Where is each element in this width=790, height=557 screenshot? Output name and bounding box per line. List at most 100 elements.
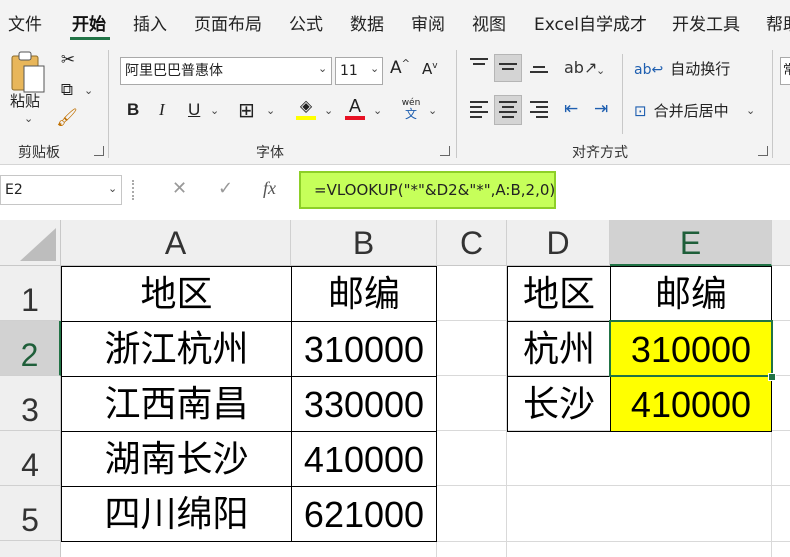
tab-home[interactable]: 开始 xyxy=(72,10,106,35)
chevron-down-icon[interactable]: ⌄ xyxy=(428,104,437,117)
formula-bar-grip[interactable] xyxy=(132,180,138,200)
format-painter-icon[interactable]: 🖌 xyxy=(56,108,78,128)
enter-icon[interactable]: ✓ xyxy=(218,178,233,199)
table-cell[interactable]: 邮编 xyxy=(291,266,437,322)
tab-formulas[interactable]: 公式 xyxy=(289,10,323,35)
group-separator xyxy=(772,50,773,158)
insert-function-icon[interactable]: fx xyxy=(263,178,276,199)
chevron-down-icon[interactable]: ⌄ xyxy=(373,104,382,117)
column-header-d[interactable]: D xyxy=(507,220,610,266)
row-header-6[interactable] xyxy=(0,541,61,557)
align-right-icon[interactable] xyxy=(530,101,548,121)
row-header-4[interactable]: 4 xyxy=(0,431,61,486)
formula-input[interactable]: =VLOOKUP("*"&D2&"*",A:B,2,0) xyxy=(299,171,556,209)
name-box[interactable]: E2 xyxy=(0,175,122,205)
row-header-1[interactable]: 1 xyxy=(0,266,61,321)
shrink-font-icon[interactable]: Av xyxy=(422,60,438,78)
tab-help[interactable]: 帮助 xyxy=(766,10,790,35)
tab-insert[interactable]: 插入 xyxy=(133,10,167,35)
row-header-2[interactable]: 2 xyxy=(0,321,61,376)
chevron-down-icon[interactable]: ⌄ xyxy=(210,104,219,117)
tab-excel-custom[interactable]: Excel自学成才 xyxy=(534,10,647,35)
font-color-button[interactable]: A xyxy=(343,96,367,122)
decrease-indent-icon[interactable]: ⇤ xyxy=(564,99,578,119)
chevron-down-icon[interactable]: ⌄ xyxy=(746,104,755,117)
orientation-icon[interactable]: ab↗ xyxy=(564,58,597,77)
table-cell[interactable]: 330000 xyxy=(291,376,437,432)
bold-button[interactable]: B xyxy=(127,100,139,120)
increase-indent-icon[interactable]: ⇥ xyxy=(594,99,608,119)
table-cell[interactable]: 长沙 xyxy=(507,376,611,432)
font-color-swatch xyxy=(345,116,365,120)
table-cell-highlighted[interactable]: 310000 xyxy=(610,321,772,377)
dialog-launcher-icon[interactable] xyxy=(758,146,768,156)
select-all-button[interactable] xyxy=(0,220,61,266)
copy-icon[interactable]: ⧉ xyxy=(56,80,78,100)
clipboard-group-label: 剪贴板 xyxy=(18,145,60,161)
merge-center-button[interactable]: ⊡ 合并后居中 xyxy=(634,100,729,121)
table-cell[interactable]: 621000 xyxy=(291,486,437,542)
menu-bar: 文件 开始 插入 页面布局 公式 数据 审阅 视图 Excel自学成才 开发工具… xyxy=(0,0,790,42)
name-box-value: E2 xyxy=(5,182,23,198)
row-header-5[interactable]: 5 xyxy=(0,486,61,541)
cancel-icon[interactable]: ✕ xyxy=(172,178,187,199)
tab-page-layout[interactable]: 页面布局 xyxy=(194,10,262,35)
table-cell[interactable]: 地区 xyxy=(507,266,611,322)
cut-icon[interactable]: ✂ xyxy=(58,50,78,70)
wrap-text-label: 自动换行 xyxy=(670,60,731,78)
tab-developer[interactable]: 开发工具 xyxy=(672,10,740,35)
tab-view[interactable]: 视图 xyxy=(472,10,506,35)
italic-button[interactable]: I xyxy=(159,100,165,120)
underline-button[interactable]: U xyxy=(188,100,200,120)
table-cell[interactable]: 江西南昌 xyxy=(61,376,292,432)
chevron-down-icon[interactable]: ⌄ xyxy=(596,64,605,77)
table-cell[interactable]: 浙江杭州 xyxy=(61,321,292,377)
alignment-group-label: 对齐方式 xyxy=(572,145,628,161)
table-cell[interactable]: 杭州 xyxy=(507,321,611,377)
dialog-launcher-icon[interactable] xyxy=(440,146,450,156)
align-middle-button[interactable] xyxy=(494,54,522,82)
table-cell[interactable]: 310000 xyxy=(291,321,437,377)
chevron-down-icon: ⌄ xyxy=(370,62,380,75)
table-cell-highlighted[interactable]: 410000 xyxy=(610,376,772,432)
chevron-down-icon[interactable]: ⌄ xyxy=(84,84,93,97)
tab-file[interactable]: 文件 xyxy=(8,10,42,35)
fill-handle[interactable] xyxy=(768,373,776,381)
chevron-down-icon[interactable]: ⌄ xyxy=(266,104,275,117)
tab-review[interactable]: 审阅 xyxy=(411,10,445,35)
column-header-c[interactable]: C xyxy=(437,220,507,266)
table-cell[interactable]: 邮编 xyxy=(610,266,772,322)
table-cell[interactable]: 410000 xyxy=(291,431,437,487)
column-header-f[interactable] xyxy=(772,220,790,266)
wrap-text-button[interactable]: ab↩ 自动换行 xyxy=(634,58,730,79)
column-header-e[interactable]: E xyxy=(610,220,772,266)
row-header-3[interactable]: 3 xyxy=(0,376,61,431)
paste-button[interactable]: 粘贴 ⌄ xyxy=(8,50,54,140)
align-bottom-icon[interactable] xyxy=(530,66,548,76)
merge-center-icon: ⊡ xyxy=(634,102,647,120)
align-left-icon[interactable] xyxy=(470,101,488,121)
table-cell[interactable]: 四川绵阳 xyxy=(61,486,292,542)
borders-icon[interactable]: ⊞ xyxy=(238,98,255,122)
column-header-a[interactable]: A xyxy=(61,220,291,266)
group-separator xyxy=(622,54,623,134)
dialog-launcher-icon[interactable] xyxy=(94,146,104,156)
fill-color-button[interactable]: ◈ xyxy=(294,96,318,122)
column-header-b[interactable]: B xyxy=(291,220,437,266)
font-size-value: 11 xyxy=(340,63,358,79)
phonetic-bottom: 文 xyxy=(404,107,417,121)
align-center-button[interactable] xyxy=(494,95,522,125)
chevron-down-icon: ⌄ xyxy=(24,112,34,125)
phonetic-guide-button[interactable]: wén 文 xyxy=(398,98,424,120)
paint-bucket-icon: ◈ xyxy=(299,96,313,115)
font-name-select[interactable]: 阿里巴巴普惠体 xyxy=(120,57,332,85)
table-cell[interactable]: 地区 xyxy=(61,266,292,322)
formula-text: =VLOOKUP("*"&D2&"*",A:B,2,0) xyxy=(314,181,556,199)
chevron-down-icon[interactable]: ⌄ xyxy=(324,104,333,117)
tab-data[interactable]: 数据 xyxy=(350,10,384,35)
align-top-icon[interactable] xyxy=(470,58,488,68)
grow-font-icon[interactable]: A^ xyxy=(390,58,410,78)
chevron-down-icon[interactable]: ⌄ xyxy=(108,182,117,195)
table-cell[interactable]: 湖南长沙 xyxy=(61,431,292,487)
number-format-select[interactable]: 常 xyxy=(780,57,790,85)
